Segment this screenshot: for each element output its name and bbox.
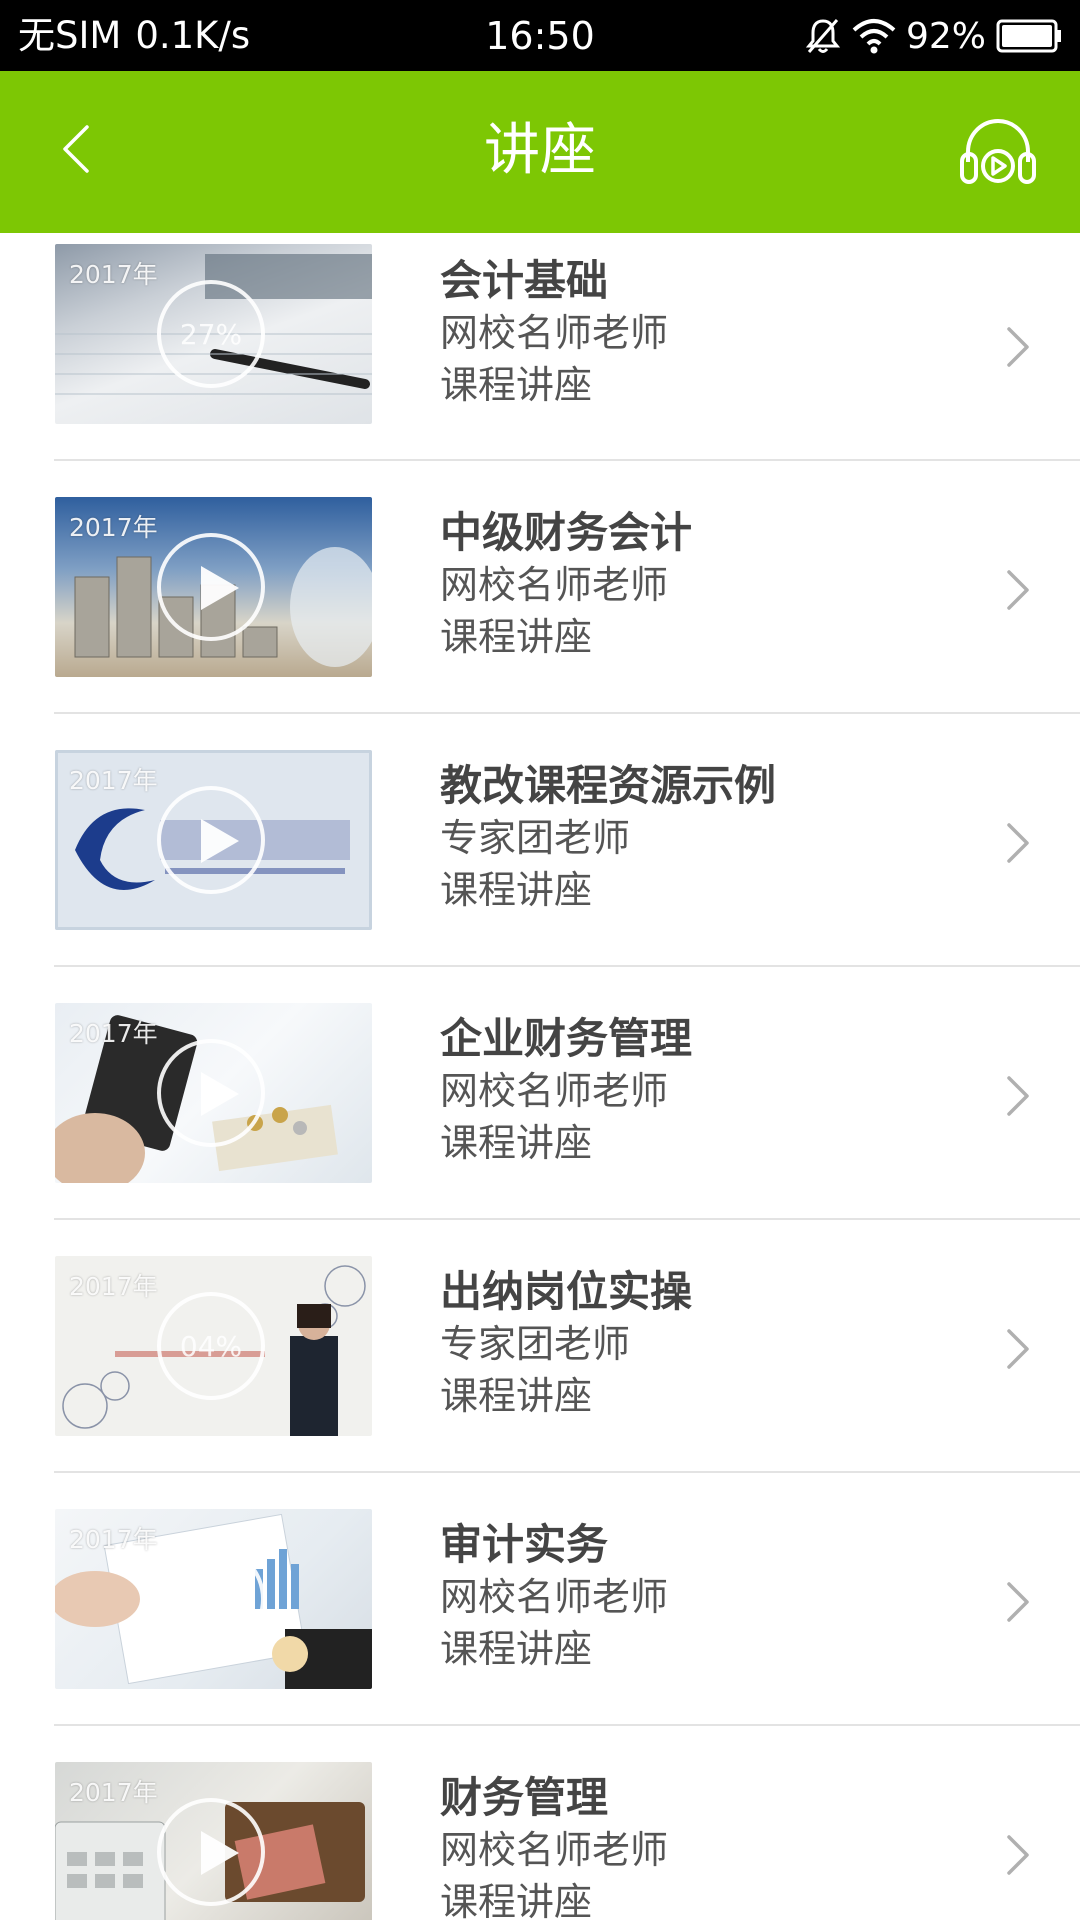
lecture-info: 教改课程资源示例 专家团老师 课程讲座 bbox=[440, 760, 776, 916]
lecture-item-reform-resources[interactable]: 2017年 教改课程资源示例 专家团老师 课程讲座 bbox=[0, 714, 1080, 967]
chevron-right-icon bbox=[1004, 821, 1032, 865]
year-label: 2017年 bbox=[69, 1019, 158, 1048]
year-label: 2017年 bbox=[69, 513, 158, 542]
lecture-teacher: 专家团老师 bbox=[440, 1322, 631, 1366]
chevron-right-icon bbox=[1004, 325, 1032, 369]
chevron-right-icon bbox=[1004, 1580, 1032, 1624]
battery-percent: 92% bbox=[905, 15, 986, 57]
app-header: 讲座 bbox=[0, 71, 1080, 233]
lecture-title: 财务管理 bbox=[440, 1773, 609, 1822]
wifi-icon bbox=[852, 18, 896, 54]
lecture-thumbnail: 2017年 27% bbox=[55, 244, 372, 424]
lecture-teacher: 专家团老师 bbox=[440, 816, 631, 860]
battery-icon bbox=[996, 19, 1062, 53]
progress-circle: 04% bbox=[157, 1292, 265, 1400]
progress-circle: 27% bbox=[157, 280, 265, 388]
lecture-thumbnail: 2017年 bbox=[55, 750, 372, 930]
lecture-item-financial-management[interactable]: 2017年 财务管理 网校名师老师 课程讲座 bbox=[0, 1726, 1080, 1920]
lecture-thumbnail: 2017年 bbox=[55, 1509, 372, 1689]
lecture-item-intermediate-accounting[interactable]: 2017年 中级财务会计 网校名师老师 课程讲座 bbox=[0, 461, 1080, 714]
headphones-play-icon bbox=[958, 118, 1038, 192]
lecture-type: 课程讲座 bbox=[440, 615, 593, 659]
lecture-teacher: 网校名师老师 bbox=[440, 311, 669, 355]
status-right: 92% bbox=[804, 12, 1062, 60]
play-icon bbox=[157, 1039, 265, 1147]
lecture-type: 课程讲座 bbox=[440, 1627, 593, 1671]
lecture-info: 出纳岗位实操 专家团老师 课程讲座 bbox=[440, 1266, 692, 1422]
progress-label: 27% bbox=[179, 318, 243, 351]
lecture-info: 财务管理 网校名师老师 课程讲座 bbox=[440, 1772, 668, 1920]
audio-button[interactable] bbox=[958, 116, 1038, 188]
year-label: 2017年 bbox=[69, 260, 158, 289]
lecture-title: 企业财务管理 bbox=[440, 1014, 693, 1063]
play-icon bbox=[157, 1798, 265, 1906]
year-label: 2017年 bbox=[69, 766, 158, 795]
lecture-info: 企业财务管理 网校名师老师 课程讲座 bbox=[440, 1013, 692, 1169]
lecture-item-enterprise-finance[interactable]: 2017年 企业财务管理 网校名师老师 课程讲座 bbox=[0, 967, 1080, 1220]
lecture-teacher: 网校名师老师 bbox=[440, 1575, 669, 1619]
lecture-thumbnail: 2017年 bbox=[55, 497, 372, 677]
chevron-right-icon bbox=[1004, 568, 1032, 612]
chevron-right-icon bbox=[1004, 1833, 1032, 1877]
lecture-teacher: 网校名师老师 bbox=[440, 1069, 669, 1113]
lecture-teacher: 网校名师老师 bbox=[440, 563, 669, 607]
lecture-title: 出纳岗位实操 bbox=[440, 1267, 693, 1316]
year-label: 2017年 bbox=[69, 1778, 158, 1807]
lecture-item-cashier-practice[interactable]: 2017年 04% 出纳岗位实操 专家团老师 课程讲座 bbox=[0, 1220, 1080, 1473]
page-title: 讲座 bbox=[484, 118, 596, 183]
bell-off-icon bbox=[804, 16, 842, 56]
lecture-teacher: 网校名师老师 bbox=[440, 1828, 669, 1872]
lecture-list: 2017年 27% 会计基础 网校名师老师 课程讲座 2017年 中级财务会计 … bbox=[0, 233, 1080, 1920]
lecture-type: 课程讲座 bbox=[440, 1374, 593, 1418]
lecture-thumbnail: 2017年 bbox=[55, 1762, 372, 1920]
lecture-item-audit-practice[interactable]: 2017年 审计实务 网校名师老师 课程讲座 bbox=[0, 1473, 1080, 1726]
lecture-title: 教改课程资源示例 bbox=[440, 761, 777, 810]
lecture-title: 会计基础 bbox=[440, 256, 609, 305]
lecture-item-accounting-basics[interactable]: 2017年 27% 会计基础 网校名师老师 课程讲座 bbox=[0, 233, 1080, 461]
play-icon bbox=[157, 1545, 265, 1653]
play-icon bbox=[157, 786, 265, 894]
lecture-title: 中级财务会计 bbox=[440, 508, 693, 557]
lecture-thumbnail: 2017年 04% bbox=[55, 1256, 372, 1436]
year-label: 2017年 bbox=[69, 1525, 158, 1554]
lecture-title: 审计实务 bbox=[440, 1520, 609, 1569]
lecture-type: 课程讲座 bbox=[440, 1121, 593, 1165]
lecture-type: 课程讲座 bbox=[440, 1880, 593, 1920]
lecture-info: 审计实务 网校名师老师 课程讲座 bbox=[440, 1519, 668, 1675]
chevron-right-icon bbox=[1004, 1327, 1032, 1371]
lecture-info: 会计基础 网校名师老师 课程讲座 bbox=[440, 255, 668, 411]
lecture-type: 课程讲座 bbox=[440, 363, 593, 407]
lecture-info: 中级财务会计 网校名师老师 课程讲座 bbox=[440, 507, 692, 663]
year-label: 2017年 bbox=[69, 1272, 158, 1301]
chevron-right-icon bbox=[1004, 1074, 1032, 1118]
lecture-type: 课程讲座 bbox=[440, 868, 593, 912]
lecture-thumbnail: 2017年 bbox=[55, 1003, 372, 1183]
status-bar: 无SIM 0.1K/s 16:50 92% bbox=[0, 0, 1080, 71]
play-icon bbox=[157, 533, 265, 641]
progress-label: 04% bbox=[179, 1330, 243, 1363]
